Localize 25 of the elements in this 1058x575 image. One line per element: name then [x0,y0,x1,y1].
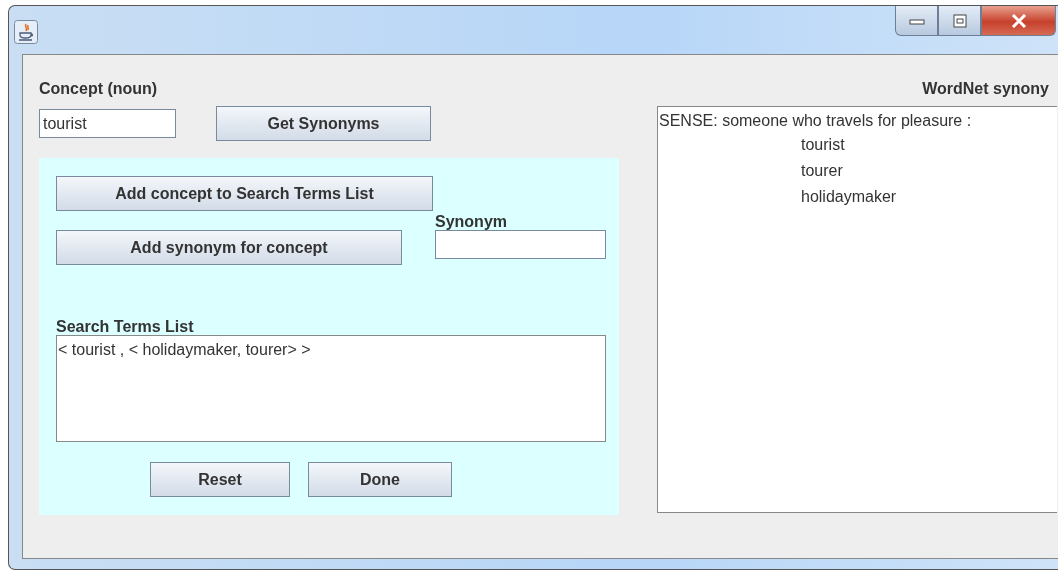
wordnet-label: WordNet synony [922,79,1049,97]
concept-label: Concept (noun) [39,79,159,97]
add-concept-button[interactable]: Add concept to Search Terms List [56,176,433,211]
search-terms-text: < tourist , < holidaymaker, tourer> > [58,341,311,358]
get-synonyms-button[interactable]: Get Synonyms [216,106,431,141]
done-button[interactable]: Done [308,462,452,497]
sense-text: SENSE: someone who travels for pleasure : [659,111,973,131]
add-synonym-button[interactable]: Add synonym for concept [56,230,402,265]
concept-field[interactable]: tourist [39,109,176,138]
maximize-button[interactable] [938,6,981,36]
reset-button[interactable]: Reset [150,462,290,497]
search-terms-area[interactable]: < tourist , < holidaymaker, tourer> > [56,335,606,442]
minimize-button[interactable] [895,6,938,36]
synonym-text: tourist [801,136,845,153]
search-terms-label: Search Terms List [56,317,195,335]
synonym-field[interactable] [435,230,606,259]
wordnet-area[interactable]: SENSE: someone who travels for pleasure : tourist tourer holidaymaker [657,106,1057,513]
synonym-label: Synonym [435,212,508,230]
maximize-icon [951,13,968,28]
synonym-text: tourer [801,162,843,179]
coffee-cup-icon [14,20,38,44]
minimize-icon [908,16,925,25]
close-icon [1009,13,1028,28]
close-button[interactable] [981,6,1056,36]
synonym-text: holidaymaker [801,188,897,205]
